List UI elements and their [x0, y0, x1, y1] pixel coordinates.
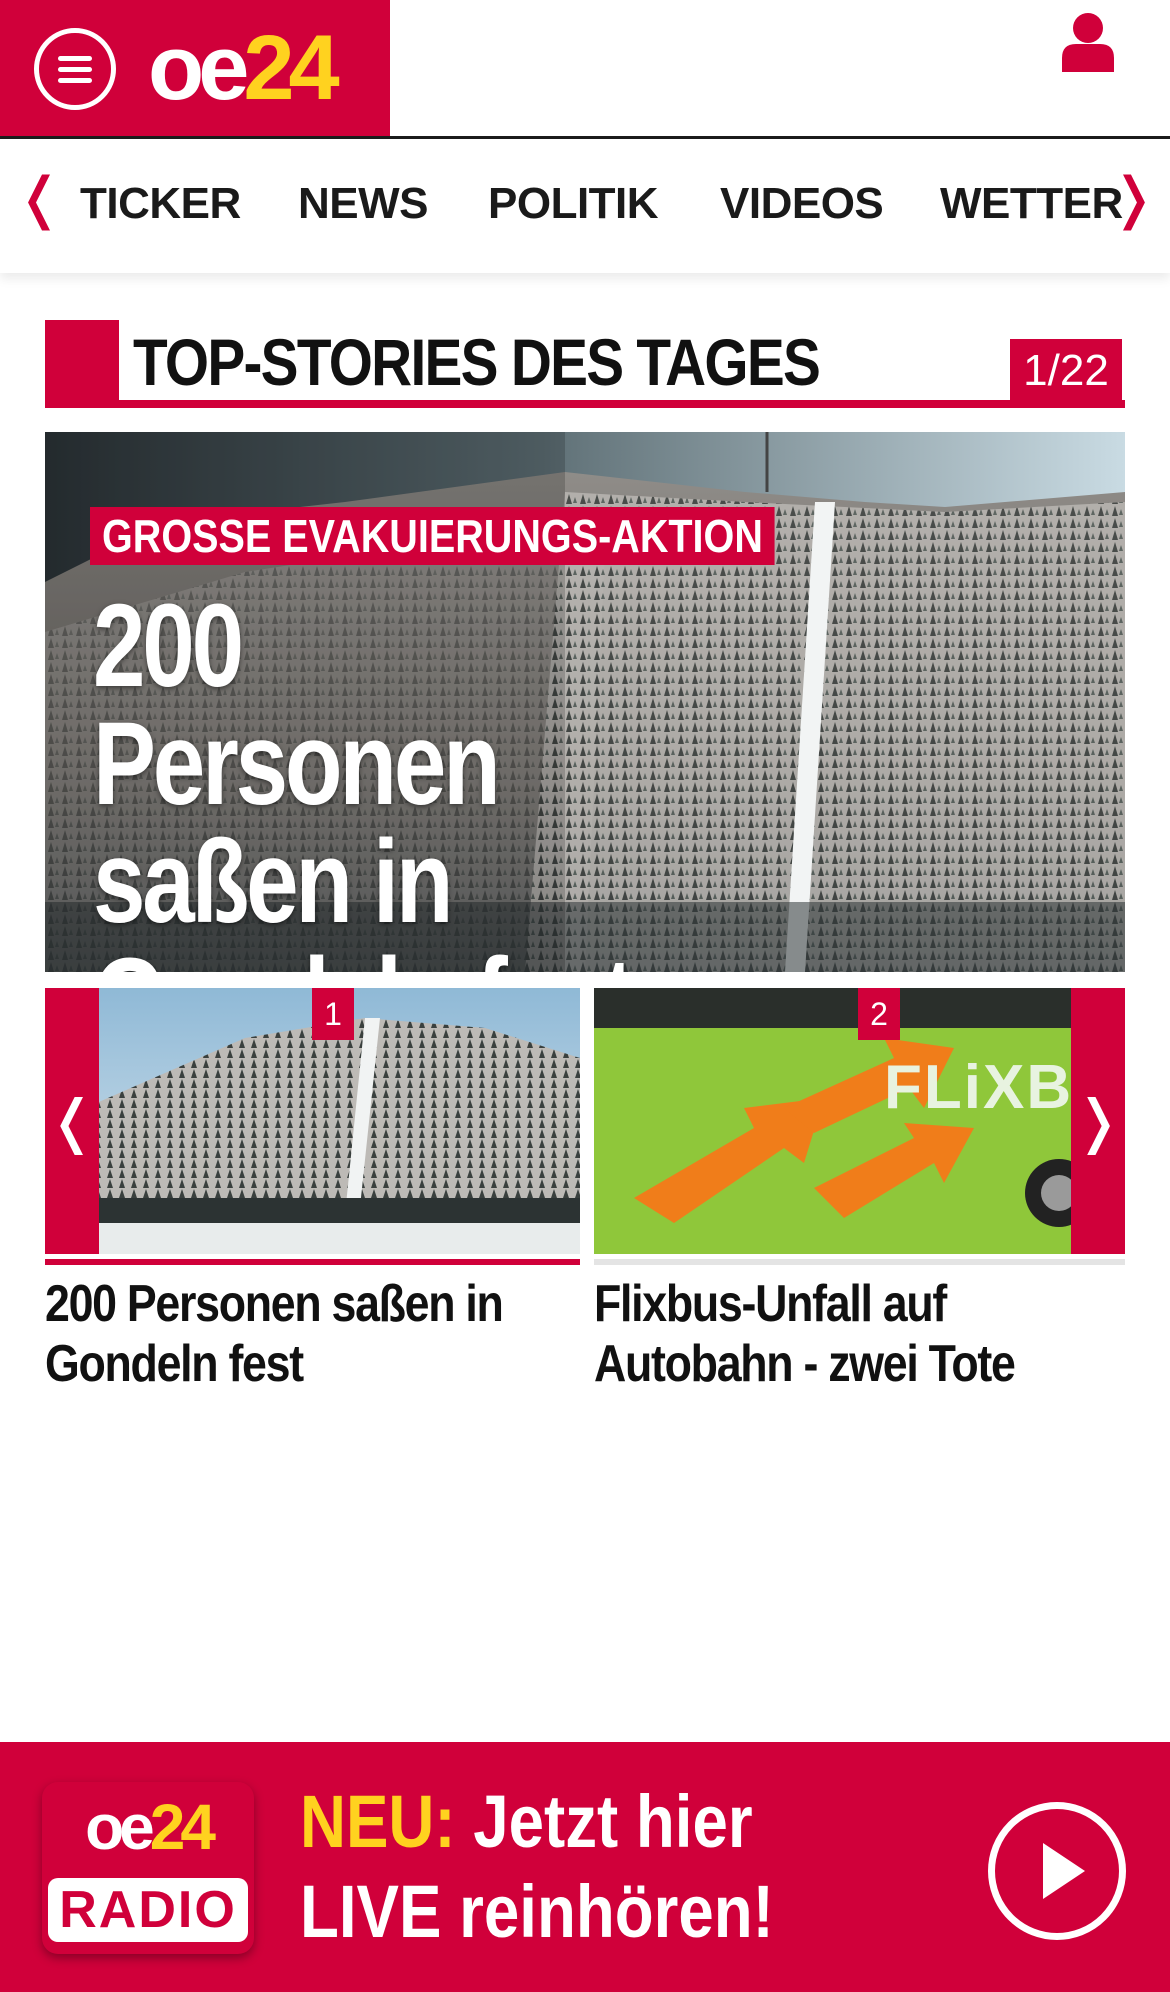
section-title: TOP-STORIES DES TAGES [133, 325, 821, 399]
nav-item-wetter[interactable]: WETTER [940, 179, 1123, 229]
hero-story[interactable]: GROSSE EVAKUIERUNGS-AKTION 200 Personen … [45, 432, 1125, 972]
card-number: 1 [312, 988, 354, 1040]
story-card-title[interactable]: 200 Personen saßen in Gondeln fest [45, 1274, 587, 1394]
nav-item-news[interactable]: NEWS [298, 179, 429, 229]
story-card-title[interactable]: Flixbus-Unfall auf Autobahn - zwei Tote [594, 1274, 1136, 1394]
nav-scroll-left-icon[interactable]: ❬ [16, 169, 63, 229]
hero-kicker: GROSSE EVAKUIERUNGS-AKTION [90, 507, 775, 565]
play-icon[interactable] [988, 1802, 1126, 1940]
oe24-radio-logo: oe24 RADIO [42, 1782, 254, 1954]
top-header: oe24 [0, 0, 1170, 139]
card-inactive-indicator [594, 1259, 1125, 1265]
nav-item-politik[interactable]: POLITIK [488, 179, 659, 229]
story-carousel: ❬ 1 200 Personen saßen in Gondeln fest F… [45, 988, 1125, 1398]
carousel-prev-button[interactable]: ❬ [45, 988, 99, 1254]
oe24-logo[interactable]: oe24 [148, 18, 340, 118]
category-nav: ❬ TICKER NEWS POLITIK VIDEOS WETTER ❭ [0, 139, 1170, 273]
user-account-icon[interactable] [1060, 10, 1116, 72]
story-counter: 1/22 [1007, 336, 1125, 400]
hamburger-menu-icon[interactable] [34, 28, 116, 110]
radio-promo-text[interactable]: NEU: Jetzt hier LIVE reinhören! [300, 1777, 833, 1957]
hero-title[interactable]: 200 Personen saßen in Gondeln fest [93, 587, 653, 972]
radio-banner[interactable]: oe24 RADIO NEU: Jetzt hier LIVE reinhöre… [0, 1742, 1170, 1992]
section-header: TOP-STORIES DES TAGES 1/22 [45, 320, 1125, 408]
card-number: 2 [858, 988, 900, 1040]
carousel-next-button[interactable]: ❭ [1071, 988, 1125, 1254]
brand-box: oe24 [0, 0, 390, 136]
nav-item-ticker[interactable]: TICKER [80, 179, 241, 229]
section-marker [45, 320, 119, 400]
nav-scroll-right-icon[interactable]: ❭ [1110, 169, 1157, 229]
nav-item-videos[interactable]: VIDEOS [720, 179, 884, 229]
card-active-indicator [45, 1259, 580, 1265]
